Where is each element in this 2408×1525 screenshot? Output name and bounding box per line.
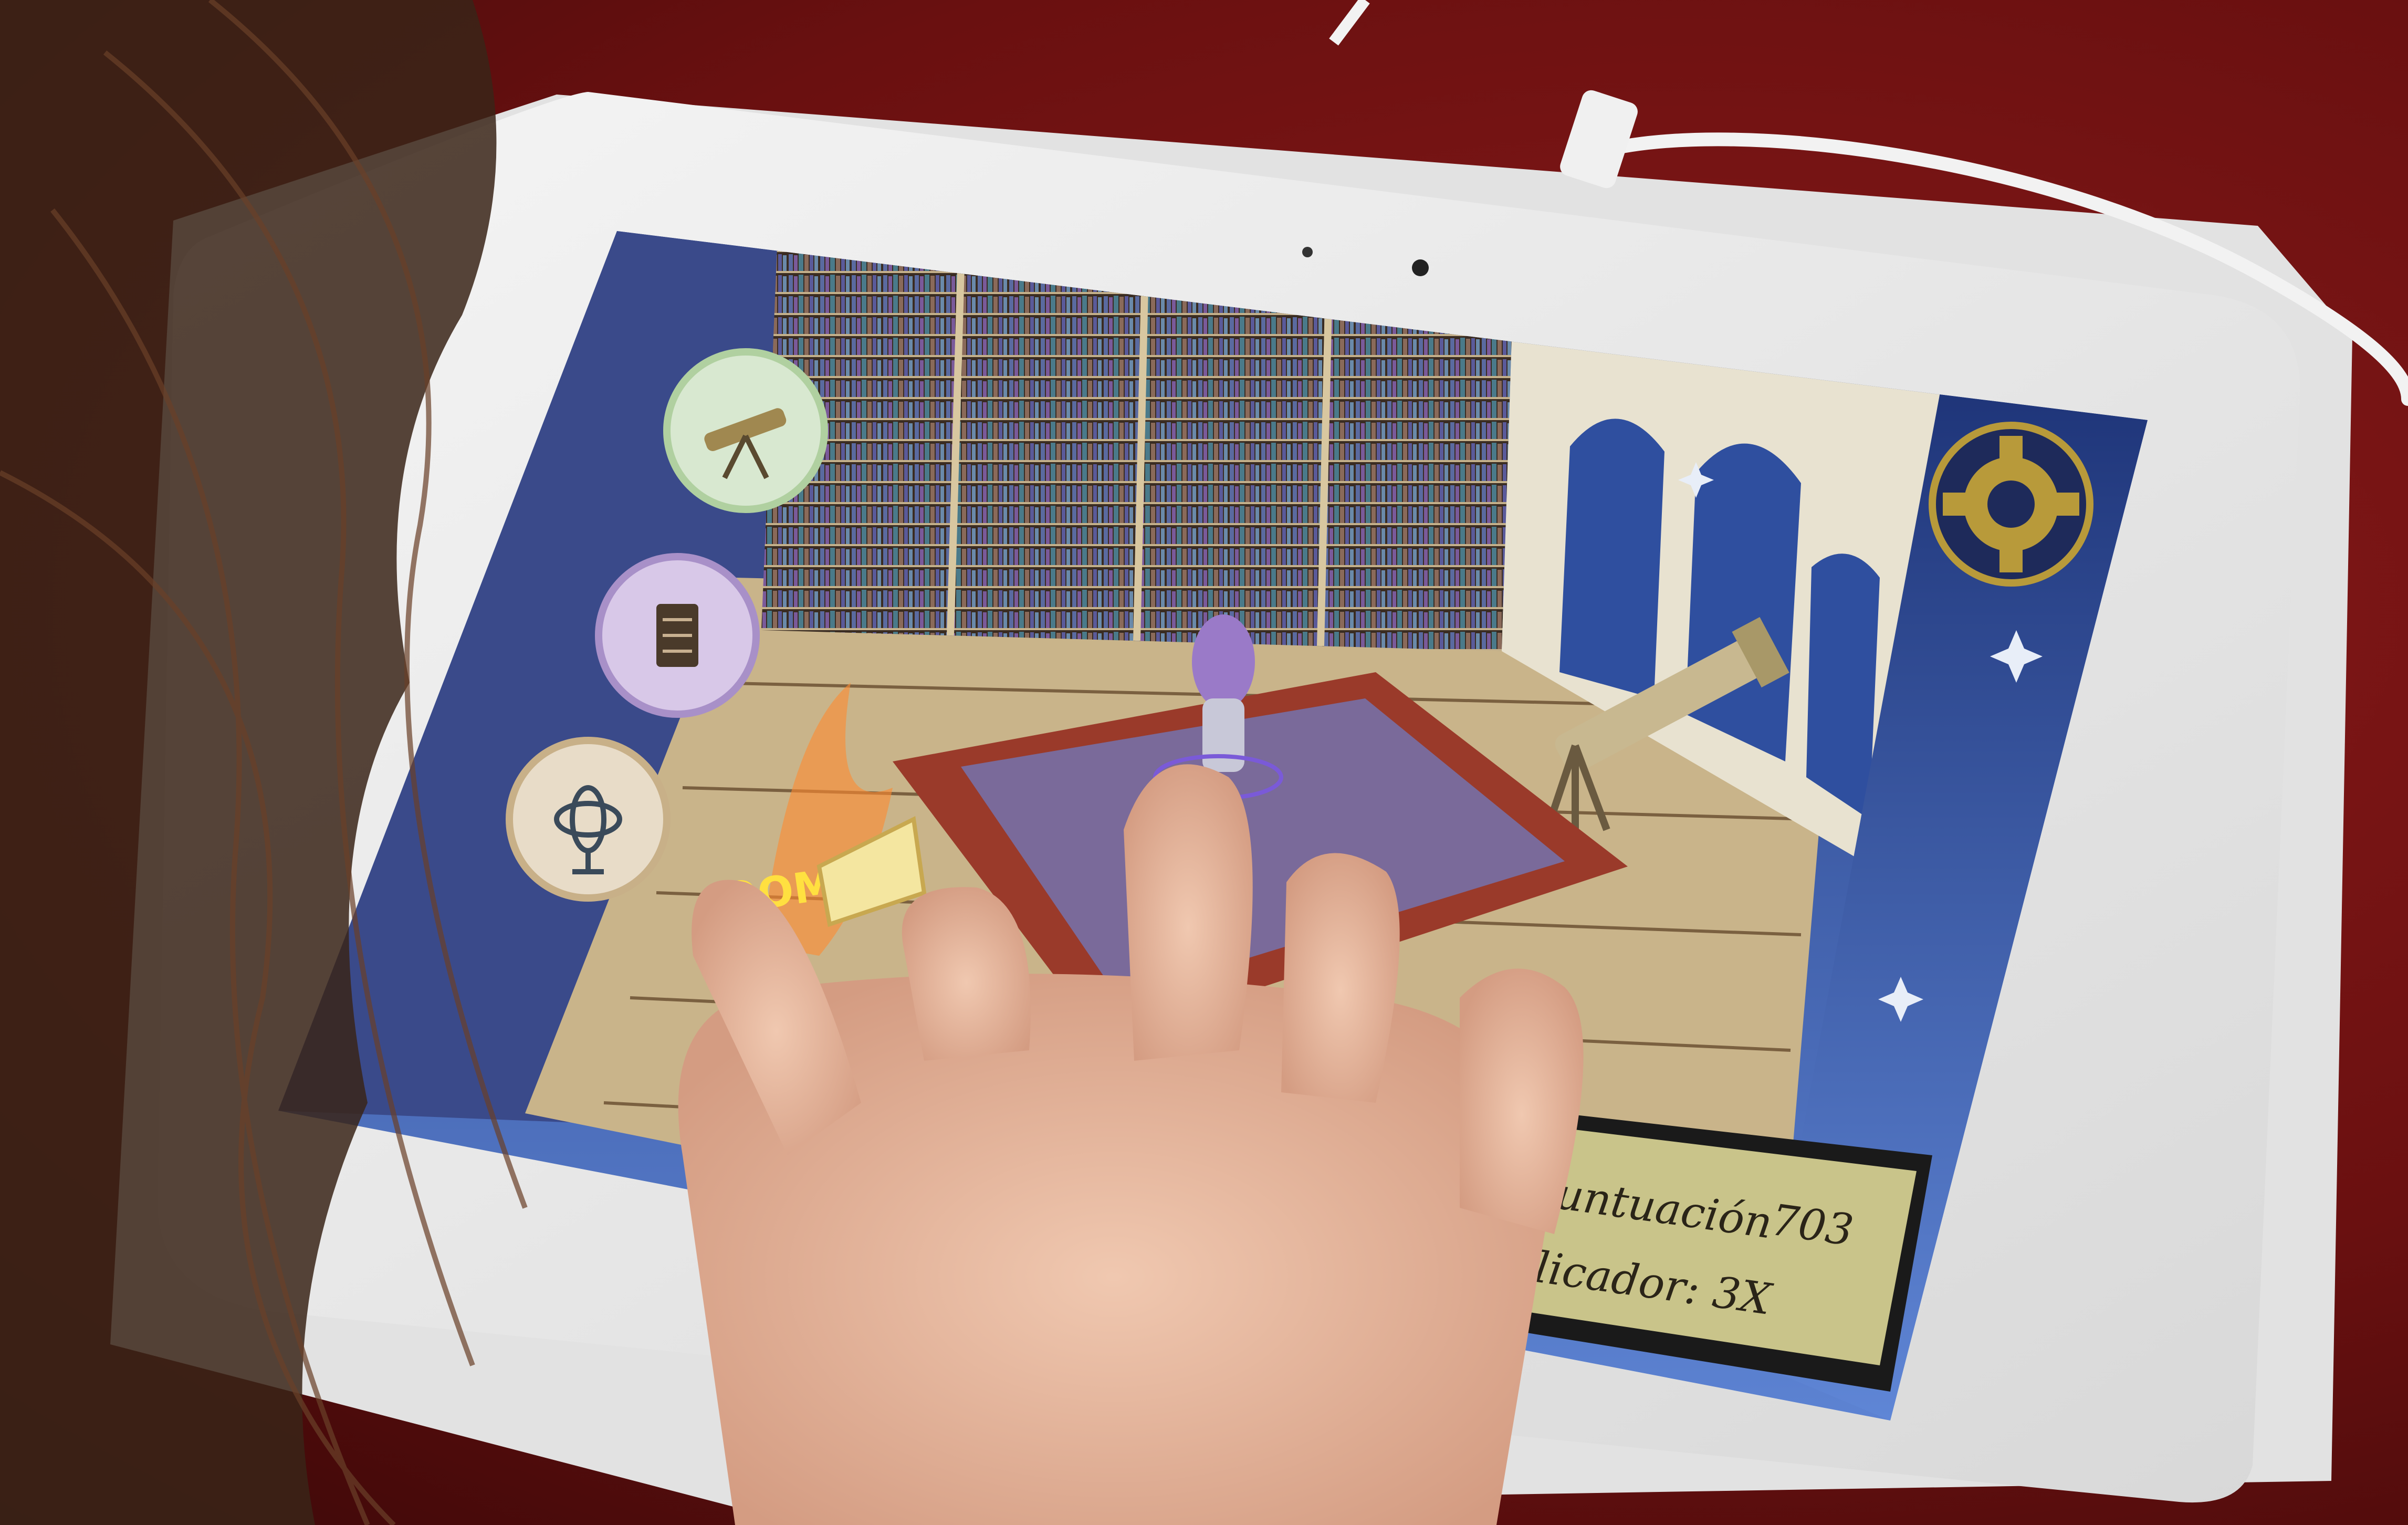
wizard-hat	[1192, 614, 1255, 709]
gear-icon	[1929, 422, 2093, 587]
window-arch-1	[1559, 419, 1664, 698]
window-arch-2	[1685, 443, 1801, 761]
armillary-sphere-icon	[506, 737, 671, 902]
camera-sensor	[1302, 247, 1313, 257]
photo-scene: OOM untuación 703 licador: 3X	[0, 0, 2408, 1525]
front-camera	[1412, 259, 1429, 276]
book-icon	[595, 553, 760, 718]
telescope-icon	[663, 348, 828, 513]
cable-plug	[1560, 90, 1638, 189]
